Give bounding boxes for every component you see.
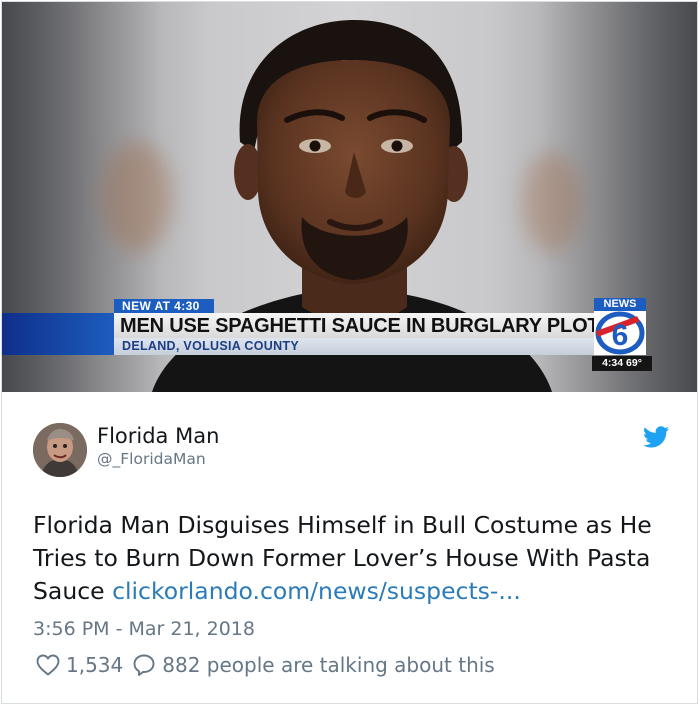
heart-outline-icon[interactable] <box>36 654 60 676</box>
like-count[interactable]: 1,534 <box>66 653 123 677</box>
embedded-tweet-card: NEW AT 4:30 MEN USE SPAGHETTI SAUCE IN B… <box>1 1 698 704</box>
author-avatar[interactable] <box>33 423 87 477</box>
news-tag: NEW AT 4:30 <box>114 299 214 314</box>
author-name[interactable]: Florida Man <box>97 423 219 449</box>
station-label: NEWS <box>594 298 646 311</box>
twitter-bird-icon[interactable] <box>643 426 669 448</box>
news-location: DELAND, VOLUSIA COUNTY <box>122 339 299 353</box>
tweet-actions: 1,534 882 people are talking about this <box>36 651 495 679</box>
news-headline: MEN USE SPAGHETTI SAUCE IN BURGLARY PLOT <box>120 315 600 337</box>
conversation-count[interactable]: 882 people are talking about this <box>162 653 494 677</box>
tweet-link[interactable]: clickorlando.com/news/suspects-... <box>112 577 521 605</box>
station-clock: 4:34 69° <box>592 356 652 371</box>
author-handle[interactable]: @_FloridaMan <box>97 449 206 469</box>
speech-bubble-icon[interactable] <box>132 653 156 677</box>
tweet-text: Florida Man Disguises Himself in Bull Co… <box>33 509 673 608</box>
headline-accent <box>2 313 114 355</box>
tweet-media-photo[interactable]: NEW AT 4:30 MEN USE SPAGHETTI SAUCE IN B… <box>2 2 697 392</box>
station-number: 6 <box>612 319 629 352</box>
tweet-timestamp[interactable]: 3:56 PM - Mar 21, 2018 <box>33 616 255 642</box>
station-bug: NEWS 6 4:34 69° <box>592 298 652 372</box>
channel-6-logo-icon: 6 <box>594 311 646 355</box>
